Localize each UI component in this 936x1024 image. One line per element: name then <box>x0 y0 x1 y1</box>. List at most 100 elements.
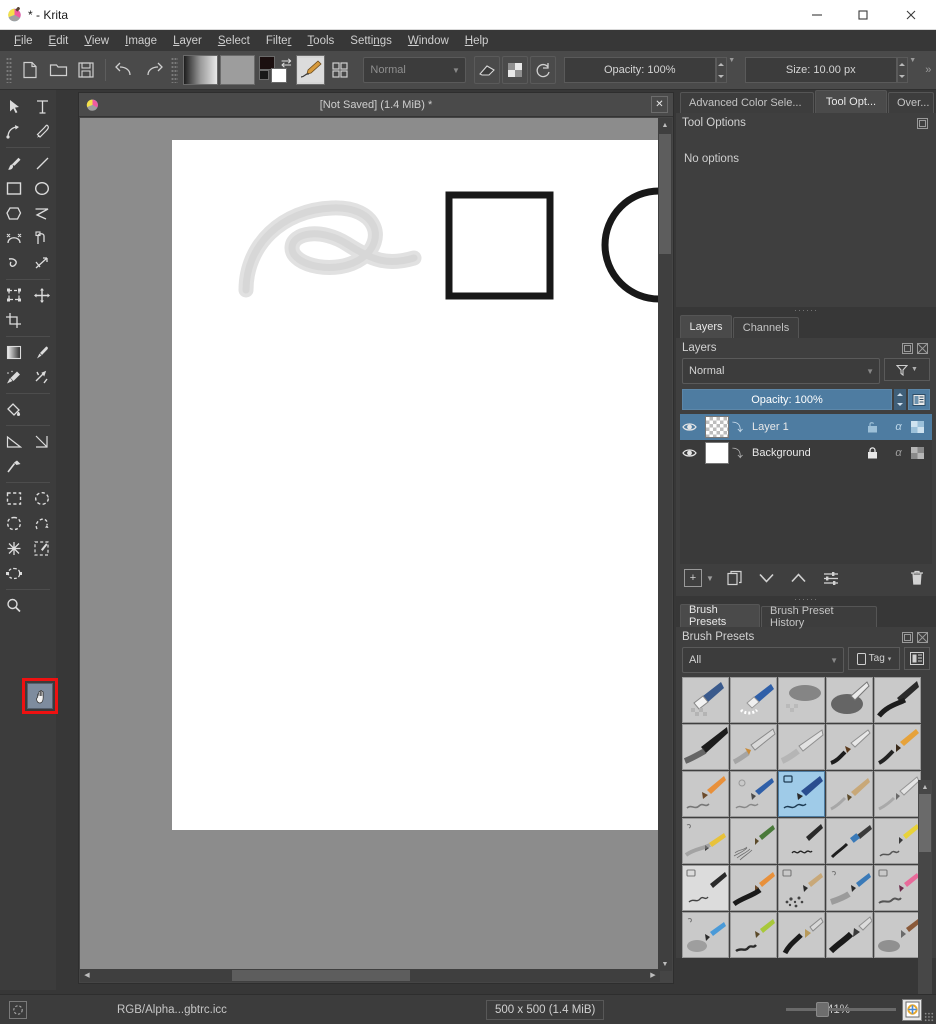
horizontal-scroll-thumb[interactable] <box>232 970 410 981</box>
table-row[interactable]: ⤵ Background α <box>680 440 932 466</box>
layer-name[interactable]: Layer 1 <box>746 421 864 433</box>
opacity-slider[interactable]: Opacity: 100% <box>563 57 716 83</box>
move-layer-down-button[interactable] <box>756 568 778 588</box>
select-shapes-tool[interactable] <box>0 94 28 119</box>
maximize-button[interactable] <box>840 0 886 30</box>
list-item[interactable] <box>730 771 777 817</box>
toolbar-overflow-button[interactable]: » <box>924 64 933 76</box>
redo-icon[interactable] <box>140 56 166 84</box>
add-layer-dropdown-icon[interactable]: ▼ <box>706 574 714 583</box>
scroll-left-icon[interactable]: ◀ <box>80 969 94 980</box>
new-document-icon[interactable] <box>17 56 43 84</box>
float-docker-icon[interactable] <box>902 631 913 643</box>
list-item-selected[interactable] <box>778 771 825 817</box>
list-item[interactable] <box>682 818 729 864</box>
preserve-alpha-icon[interactable] <box>501 56 528 84</box>
layer-name[interactable]: Background <box>746 447 864 459</box>
canvas-viewport[interactable] <box>80 118 660 971</box>
contiguous-selection-tool[interactable] <box>0 536 28 561</box>
table-row[interactable]: ⤵ Layer 1 α <box>680 414 932 440</box>
list-item[interactable] <box>874 677 921 723</box>
list-item[interactable] <box>826 677 873 723</box>
gradient-tool[interactable] <box>0 340 28 365</box>
list-item[interactable] <box>874 724 921 770</box>
opacity-spinner[interactable] <box>715 57 727 83</box>
layer-settings-button[interactable] <box>820 568 842 588</box>
menu-edit[interactable]: Edit <box>41 33 77 49</box>
tab-tool-options[interactable]: Tool Opt... <box>815 90 887 113</box>
undo-icon[interactable] <box>112 56 138 84</box>
tab-overview[interactable]: Over... <box>888 92 934 113</box>
similar-color-selection-tool[interactable] <box>28 536 56 561</box>
preset-scroll-thumb[interactable] <box>919 794 931 852</box>
list-item[interactable] <box>730 912 777 958</box>
close-docker-icon[interactable] <box>917 631 928 643</box>
delete-layer-button[interactable] <box>906 568 928 588</box>
float-docker-icon[interactable] <box>917 117 928 129</box>
list-item[interactable] <box>874 865 921 911</box>
eye-icon[interactable] <box>682 421 702 433</box>
list-item[interactable] <box>730 724 777 770</box>
list-item[interactable] <box>730 677 777 723</box>
fit-page-icon[interactable] <box>902 998 922 1021</box>
scroll-down-icon[interactable]: ▼ <box>658 957 672 971</box>
layer-blend-mode-combo[interactable]: Normal ▼ <box>682 358 880 384</box>
brush-preset-grid[interactable] <box>682 677 930 958</box>
alpha-icon[interactable]: α <box>889 447 908 459</box>
reload-preset-icon[interactable] <box>529 56 556 84</box>
smart-patch-tool[interactable] <box>28 365 56 390</box>
selection-mask-icon[interactable] <box>9 1000 27 1019</box>
open-document-icon[interactable] <box>45 56 71 84</box>
scroll-up-icon[interactable]: ▲ <box>918 780 932 794</box>
list-item[interactable] <box>778 912 825 958</box>
toolbar-grip[interactable] <box>6 57 13 83</box>
zoom-slider-handle[interactable] <box>816 1002 829 1017</box>
edit-shapes-tool[interactable] <box>0 119 28 144</box>
layer-opacity-slider[interactable]: Opacity: 100% <box>682 389 892 410</box>
toolbar-grip-2[interactable] <box>171 57 178 83</box>
menu-layer[interactable]: Layer <box>165 33 210 49</box>
lock-closed-icon[interactable] <box>867 447 886 459</box>
brush-preset-scrollbar[interactable]: ▲ ▼ <box>918 780 932 1024</box>
colorize-mask-tool[interactable] <box>0 365 28 390</box>
menu-file[interactable]: File <box>6 33 41 49</box>
measure-tool[interactable] <box>0 429 28 454</box>
list-item[interactable] <box>682 912 729 958</box>
menu-filter[interactable]: Filter <box>258 33 300 49</box>
resize-grip[interactable] <box>924 1012 934 1022</box>
polyline-tool[interactable] <box>28 201 56 226</box>
image-dimensions-label[interactable]: 500 x 500 (1.4 MiB) <box>486 999 605 1020</box>
vertical-scroll-thumb[interactable] <box>659 134 671 254</box>
lock-open-icon[interactable] <box>867 421 886 433</box>
opacity-dropdown-icon[interactable]: ▼ <box>727 57 737 83</box>
list-item[interactable] <box>730 865 777 911</box>
list-item[interactable] <box>874 771 921 817</box>
foreground-background-colors[interactable]: ⇄ <box>257 55 294 85</box>
list-item[interactable] <box>778 677 825 723</box>
minimize-button[interactable] <box>794 0 840 30</box>
canvas-vertical-scrollbar[interactable]: ▲ ▼ <box>658 118 672 971</box>
blend-mode-combo[interactable]: Normal ▼ <box>363 57 466 83</box>
canvas-horizontal-scrollbar[interactable]: ◀ ▶ <box>80 969 660 982</box>
list-item[interactable] <box>778 818 825 864</box>
pattern-preview-icon[interactable] <box>219 55 255 85</box>
tab-channels[interactable]: Channels <box>733 317 799 338</box>
bezier-curve-tool[interactable] <box>0 226 28 251</box>
list-view-icon[interactable] <box>904 647 930 670</box>
list-item[interactable] <box>826 865 873 911</box>
choose-workspace-icon[interactable] <box>327 56 353 84</box>
duplicate-layer-button[interactable] <box>724 568 746 588</box>
brush-preset-preview-icon[interactable] <box>295 55 326 85</box>
list-item[interactable] <box>682 677 729 723</box>
eye-icon[interactable] <box>682 447 702 459</box>
freehand-selection-tool[interactable] <box>28 511 56 536</box>
polygon-tool[interactable] <box>0 201 28 226</box>
dynamic-brush-tool[interactable] <box>0 251 28 276</box>
docker-splitter-2[interactable]: ······ <box>676 595 936 604</box>
text-tool[interactable] <box>28 94 56 119</box>
reset-colors-icon[interactable] <box>258 70 269 80</box>
layer-list[interactable]: ⤵ Layer 1 α ⤵ Background α <box>680 414 932 564</box>
size-spinner[interactable] <box>896 57 908 83</box>
list-item[interactable] <box>874 818 921 864</box>
list-item[interactable] <box>826 818 873 864</box>
